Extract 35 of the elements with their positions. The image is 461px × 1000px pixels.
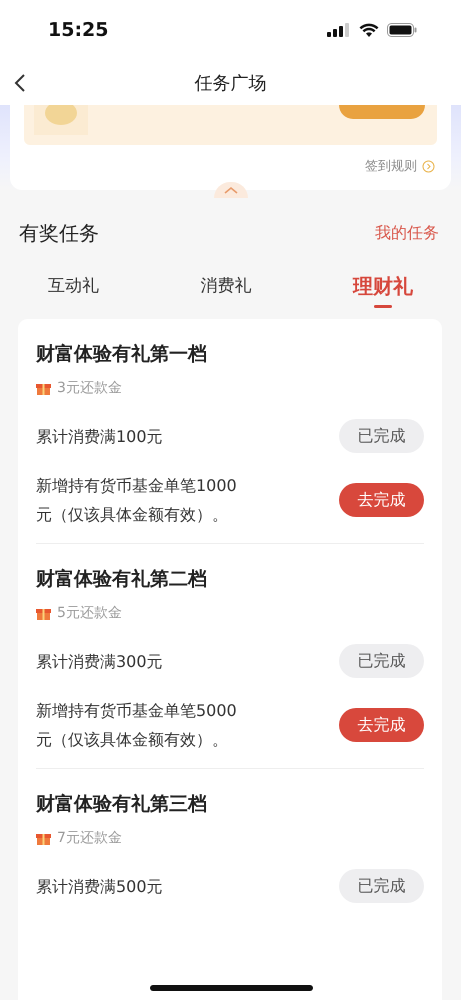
battery-icon <box>387 23 417 37</box>
reward-text: 7元还款金 <box>57 829 122 847</box>
task-group-title: 财富体验有礼第一档 <box>36 342 208 367</box>
page-title: 任务广场 <box>194 72 266 94</box>
signin-rules-link[interactable]: 签到规则 <box>365 157 417 175</box>
completed-button[interactable]: 已完成 <box>339 869 424 903</box>
category-tab[interactable]: 消费礼 <box>200 271 252 309</box>
section-title: 有奖任务 <box>19 220 99 247</box>
category-tab[interactable]: 理财礼 <box>353 271 413 309</box>
completed-button[interactable]: 已完成 <box>339 644 424 678</box>
chevron-up-icon <box>224 186 238 194</box>
gift-icon <box>36 606 51 620</box>
complete-task-button[interactable]: 去完成 <box>339 483 424 517</box>
task-description: 累计消费满100元 <box>36 426 163 448</box>
task-group-title: 财富体验有礼第三档 <box>36 792 208 817</box>
category-tab[interactable]: 互动礼 <box>48 271 99 309</box>
completed-button[interactable]: 已完成 <box>339 419 424 453</box>
wifi-icon <box>359 23 379 37</box>
gift-icon <box>36 831 51 845</box>
task-group-title: 财富体验有礼第二档 <box>36 567 208 592</box>
reward-text: 3元还款金 <box>57 379 122 397</box>
collapse-button[interactable] <box>214 182 248 198</box>
my-tasks-link[interactable]: 我的任务 <box>375 223 439 244</box>
task-description: 累计消费满500元 <box>36 876 163 898</box>
chevron-right-icon <box>422 160 435 172</box>
signal-icon <box>327 23 351 37</box>
task-description: 新增持有货币基金单笔1000元（仅该具体金额有效）。 <box>36 475 238 526</box>
status-time: 15:25 <box>48 19 108 41</box>
complete-task-button[interactable]: 去完成 <box>339 708 424 742</box>
task-description: 累计消费满300元 <box>36 650 163 672</box>
reward-text: 5元还款金 <box>57 604 122 622</box>
task-description: 新增持有货币基金单笔5000元（仅该具体金额有效）。 <box>36 700 238 751</box>
back-icon <box>14 72 26 92</box>
gift-icon <box>36 381 51 395</box>
view-button[interactable] <box>339 105 425 119</box>
